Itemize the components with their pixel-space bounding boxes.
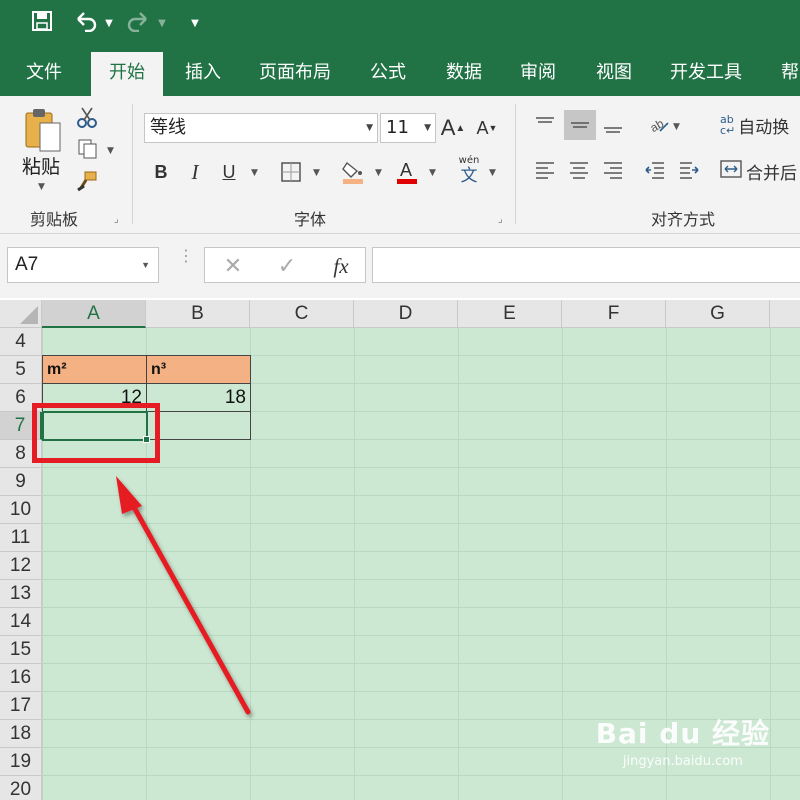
tab-view[interactable]: 视图 (582, 50, 646, 96)
phonetic-bottom-label: 文 (460, 166, 478, 186)
font-color-dropdown-icon[interactable]: ▼ (429, 168, 436, 178)
bold-button[interactable]: B (148, 156, 174, 188)
group-separator (515, 104, 516, 224)
align-right-icon[interactable] (598, 156, 628, 186)
align-bottom-icon[interactable] (598, 110, 628, 140)
wrap-text-label: 自动换 (738, 117, 790, 138)
merge-center-icon (720, 159, 742, 184)
copy-dropdown-icon[interactable]: ▼ (107, 146, 114, 156)
phonetic-top-label: wén (458, 155, 480, 166)
clipboard-group-label: 剪贴板 (29, 210, 78, 229)
customize-icon[interactable]: ▼ (188, 10, 202, 38)
format-painter-icon[interactable] (74, 168, 100, 194)
chevron-down-icon: ▼ (141, 260, 150, 270)
font-name-value: 等线 (150, 117, 186, 138)
paste-label[interactable]: 粘贴 (22, 152, 60, 179)
worksheet-grid: A B C D E F G 4 5 6 7 8 9 10 11 12 13 14… (0, 300, 800, 800)
tab-data[interactable]: 数据 (432, 50, 496, 96)
orientation-icon[interactable]: ab (644, 110, 674, 140)
font-name-select[interactable]: 等线 ▼ (144, 113, 378, 143)
merge-center-label: 合并后 (746, 163, 797, 184)
tab-insert[interactable]: 插入 (168, 50, 238, 96)
clipboard-launcher-icon[interactable]: ⌟ (114, 214, 119, 225)
title-bar: ▼ ▼ ▼ (0, 0, 800, 50)
chevron-down-icon: ▼ (424, 123, 431, 133)
chevron-down-icon: ▼ (366, 123, 373, 133)
save-icon[interactable] (28, 10, 56, 38)
name-box[interactable]: A7 ▼ (7, 247, 159, 283)
underline-dropdown-icon[interactable]: ▼ (251, 168, 258, 178)
wrap-text-button[interactable]: ab c↵ 自动换 (720, 110, 800, 140)
phonetic-guide-icon[interactable]: wén 文 (455, 154, 483, 188)
paste-dropdown-icon[interactable]: ▼ (38, 182, 45, 192)
undo-icon[interactable] (72, 10, 100, 38)
font-size-value: 11 (386, 117, 409, 138)
phonetic-dropdown-icon[interactable]: ▼ (489, 168, 496, 178)
align-center-icon[interactable] (564, 156, 594, 186)
alignment-group-label: 对齐方式 (650, 210, 715, 229)
svg-text:A: A (400, 160, 412, 180)
tab-developer[interactable]: 开发工具 (660, 50, 752, 96)
formula-buttons: ✕ ✓ fx (204, 247, 366, 283)
watermark-url: jingyan.baidu.com (622, 754, 743, 769)
cut-icon[interactable] (74, 104, 100, 130)
formula-bar-grip-icon[interactable]: ⋮ (178, 248, 194, 264)
font-launcher-icon[interactable]: ⌟ (498, 214, 503, 225)
svg-text:ab: ab (648, 116, 666, 135)
group-separator (132, 104, 133, 224)
merge-center-button[interactable]: 合并后 (720, 156, 800, 186)
enter-icon[interactable]: ✓ (273, 252, 301, 280)
redo-icon[interactable] (124, 10, 152, 38)
align-left-icon[interactable] (530, 156, 560, 186)
name-box-value: A7 (15, 254, 39, 275)
wrap-text-icon: ab c↵ (720, 113, 736, 137)
watermark: Bai du 经验 jingyan.baidu.com (596, 712, 770, 769)
tab-home[interactable]: 开始 (91, 52, 163, 96)
decrease-indent-icon[interactable] (640, 156, 670, 186)
border-dropdown-icon[interactable]: ▼ (313, 168, 320, 178)
copy-icon[interactable] (74, 136, 100, 162)
paste-button[interactable] (18, 104, 68, 158)
watermark-logo: Bai du 经验 (595, 717, 770, 750)
tab-help[interactable]: 帮 (770, 50, 800, 96)
increase-font-icon[interactable]: A ▲ (440, 112, 466, 144)
insert-function-button[interactable]: fx (325, 252, 357, 280)
tab-page-layout[interactable]: 页面布局 (248, 50, 342, 96)
tab-formulas[interactable]: 公式 (356, 50, 420, 96)
redo-dropdown-icon[interactable]: ▼ (155, 10, 169, 38)
fill-color-icon[interactable] (340, 156, 366, 188)
tab-review[interactable]: 审阅 (506, 50, 570, 96)
ribbon-tabs: 文件 开始 插入 页面布局 公式 数据 审阅 视图 开发工具 帮 (0, 50, 800, 96)
italic-button[interactable]: I (182, 156, 208, 188)
font-group-label: 字体 (293, 210, 326, 229)
border-icon[interactable] (278, 156, 304, 188)
tab-file[interactable]: 文件 (8, 50, 80, 96)
fill-color-dropdown-icon[interactable]: ▼ (375, 168, 382, 178)
formula-input[interactable] (372, 247, 800, 283)
ribbon: 粘贴 ▼ ▼ 剪贴板 ⌟ 等线 ▼ 11 ▼ A ▲ A ▼ B I U ▼ ▼ ▼… (0, 96, 800, 234)
orientation-dropdown-icon[interactable]: ▼ (673, 122, 680, 132)
cancel-icon[interactable]: ✕ (219, 252, 247, 280)
font-color-icon[interactable]: A (394, 156, 420, 188)
underline-button[interactable]: U (216, 156, 242, 188)
increase-indent-icon[interactable] (674, 156, 704, 186)
undo-dropdown-icon[interactable]: ▼ (102, 10, 116, 38)
align-top-icon[interactable] (530, 110, 560, 140)
formula-bar: A7 ▼ ⋮ ✕ ✓ fx (0, 234, 800, 298)
decrease-font-icon[interactable]: A ▼ (474, 112, 500, 144)
align-middle-icon[interactable] (564, 110, 596, 140)
font-size-select[interactable]: 11 ▼ (380, 113, 436, 143)
